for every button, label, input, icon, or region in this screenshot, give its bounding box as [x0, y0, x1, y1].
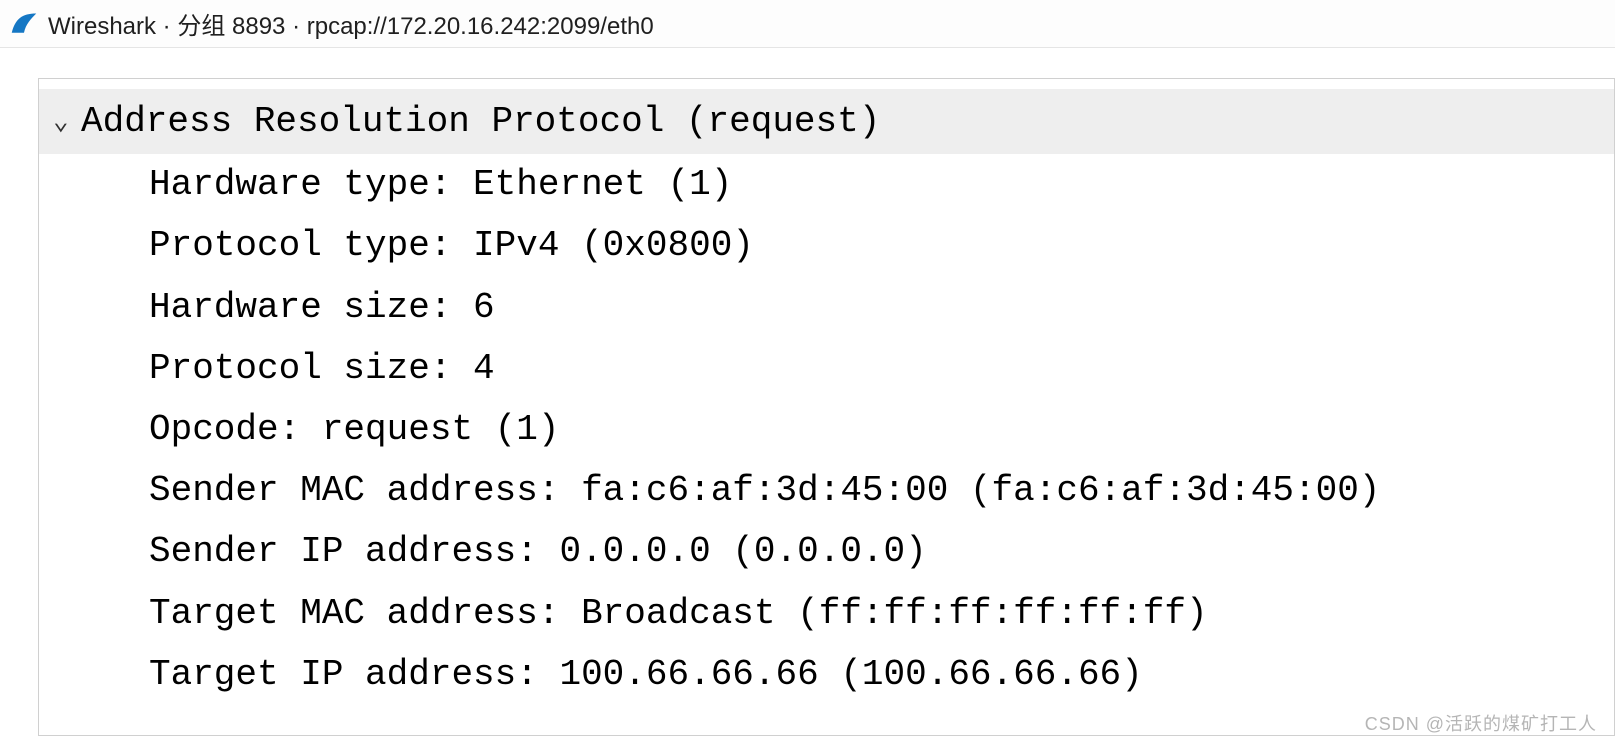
packet-detail-pane: ⌄ Address Resolution Protocol (request) … [38, 78, 1615, 736]
watermark: CSDN @活跃的煤矿打工人 [1365, 710, 1597, 736]
field-target-ip[interactable]: Target IP address: 100.66.66.66 (100.66.… [39, 644, 1614, 705]
arp-tree-header[interactable]: ⌄ Address Resolution Protocol (request) [39, 89, 1614, 154]
arp-header-text: Address Resolution Protocol (request) [81, 91, 880, 152]
title-bar: Wireshark · 分组 8893 · rpcap://172.20.16.… [0, 0, 1615, 48]
field-sender-ip[interactable]: Sender IP address: 0.0.0.0 (0.0.0.0) [39, 521, 1614, 582]
field-hardware-type[interactable]: Hardware type: Ethernet (1) [39, 154, 1614, 215]
field-hardware-size[interactable]: Hardware size: 6 [39, 277, 1614, 338]
field-protocol-size[interactable]: Protocol size: 4 [39, 338, 1614, 399]
wireshark-icon [10, 10, 38, 38]
field-target-mac[interactable]: Target MAC address: Broadcast (ff:ff:ff:… [39, 583, 1614, 644]
field-opcode[interactable]: Opcode: request (1) [39, 399, 1614, 460]
field-sender-mac[interactable]: Sender MAC address: fa:c6:af:3d:45:00 (f… [39, 460, 1614, 521]
field-protocol-type[interactable]: Protocol type: IPv4 (0x0800) [39, 215, 1614, 276]
content-area: ⌄ Address Resolution Protocol (request) … [0, 48, 1615, 736]
chevron-down-icon[interactable]: ⌄ [53, 100, 81, 144]
window-title: Wireshark · 分组 8893 · rpcap://172.20.16.… [48, 6, 654, 41]
